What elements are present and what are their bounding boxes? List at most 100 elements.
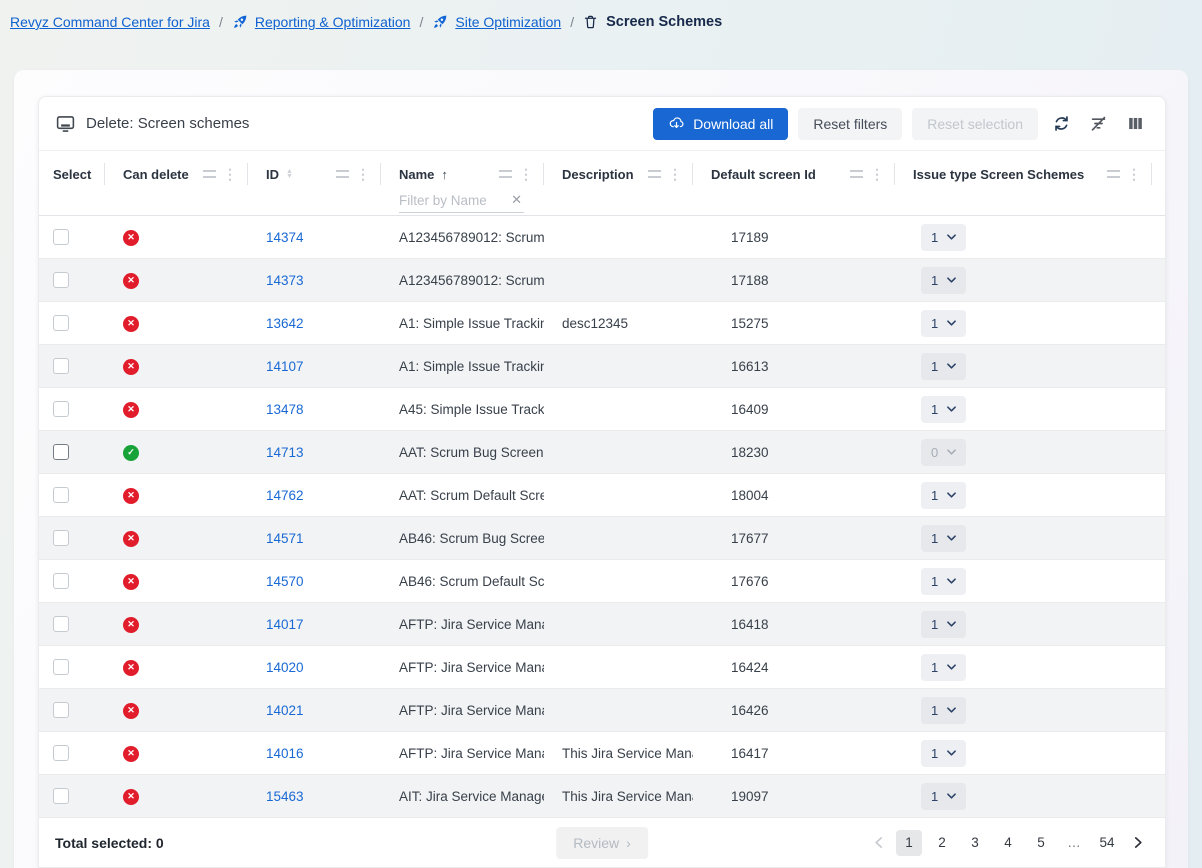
issue-type-count-dropdown[interactable]: 1: [921, 783, 966, 810]
issue-type-count-dropdown[interactable]: 1: [921, 525, 966, 552]
chevron-down-icon: [947, 234, 956, 240]
pagination-page[interactable]: 54: [1094, 830, 1120, 856]
filter-lines-icon[interactable]: [1107, 170, 1120, 178]
row-description: This Jira Service Manageme: [544, 789, 693, 804]
row-checkbox[interactable]: [53, 272, 69, 288]
column-menu-icon[interactable]: ⋮: [1127, 167, 1141, 181]
row-checkbox[interactable]: [53, 315, 69, 331]
row-default-screen-id: 19097: [693, 789, 895, 804]
row-checkbox[interactable]: [53, 358, 69, 374]
reset-selection-button[interactable]: Reset selection: [912, 108, 1038, 140]
filter-off-icon[interactable]: [1085, 110, 1112, 137]
sort-ascending-icon[interactable]: ↑: [441, 167, 448, 182]
row-checkbox[interactable]: [53, 788, 69, 804]
issue-type-count-dropdown[interactable]: 1: [921, 310, 966, 337]
row-checkbox[interactable]: [53, 229, 69, 245]
row-id-link[interactable]: 14373: [266, 273, 304, 288]
cannot-delete-icon: ✕: [123, 230, 139, 246]
row-name: AAT: Scrum Bug Screen S: [381, 445, 544, 460]
column-menu-icon[interactable]: ⋮: [519, 167, 533, 181]
row-id-link[interactable]: 14021: [266, 703, 304, 718]
download-all-button[interactable]: Download all: [653, 108, 788, 140]
row-checkbox[interactable]: [53, 745, 69, 761]
table-header: Select Can delete ⋮ ID ▲▼ ⋮ Name ↑ ⋮: [39, 151, 1165, 216]
row-id-link[interactable]: 14762: [266, 488, 304, 503]
row-id-link[interactable]: 14571: [266, 531, 304, 546]
breadcrumb-link-revyz-command-center[interactable]: Revyz Command Center for Jira: [10, 14, 210, 30]
row-checkbox[interactable]: [53, 616, 69, 632]
pagination-prev-icon[interactable]: [867, 830, 889, 856]
review-button[interactable]: Review ›: [556, 827, 648, 859]
columns-icon[interactable]: [1122, 110, 1149, 137]
sort-carets-icon[interactable]: ▲▼: [286, 169, 293, 180]
filter-lines-icon[interactable]: [850, 170, 863, 178]
column-header-name[interactable]: Name ↑ ⋮: [381, 163, 544, 185]
row-checkbox[interactable]: [53, 573, 69, 589]
issue-type-count-dropdown[interactable]: 1: [921, 396, 966, 423]
pagination: 12345…54: [867, 830, 1149, 856]
row-checkbox[interactable]: [53, 401, 69, 417]
issue-type-count-dropdown[interactable]: 1: [921, 224, 966, 251]
rocket-icon: [432, 14, 448, 30]
cannot-delete-icon: ✕: [123, 531, 139, 547]
issue-type-count-dropdown[interactable]: 1: [921, 740, 966, 767]
chevron-down-icon: [947, 277, 956, 283]
row-id-link[interactable]: 14713: [266, 445, 304, 460]
row-id-link[interactable]: 14107: [266, 359, 304, 374]
row-name: A123456789012: Scrum De: [381, 273, 544, 288]
breadcrumb-link-reporting-optimization[interactable]: Reporting & Optimization: [255, 14, 411, 30]
cannot-delete-icon: ✕: [123, 402, 139, 418]
issue-type-count-dropdown[interactable]: 1: [921, 568, 966, 595]
pagination-page[interactable]: 2: [929, 830, 955, 856]
column-menu-icon[interactable]: ⋮: [223, 167, 237, 181]
breadcrumb-separator: /: [570, 14, 574, 30]
row-id-link[interactable]: 14374: [266, 230, 304, 245]
row-description: This Jira Service Manageme: [544, 746, 693, 761]
column-menu-icon[interactable]: ⋮: [356, 167, 370, 181]
pagination-next-icon[interactable]: [1127, 830, 1149, 856]
row-id-link[interactable]: 14016: [266, 746, 304, 761]
filter-lines-icon[interactable]: [648, 170, 661, 178]
row-id-link[interactable]: 14570: [266, 574, 304, 589]
chevron-down-icon: [947, 363, 956, 369]
filter-lines-icon[interactable]: [203, 170, 216, 178]
row-id-link[interactable]: 14020: [266, 660, 304, 675]
row-id-link[interactable]: 15463: [266, 789, 304, 804]
row-checkbox[interactable]: [53, 487, 69, 503]
breadcrumb: Revyz Command Center for Jira / Reportin…: [0, 0, 1202, 44]
issue-type-count-dropdown[interactable]: 1: [921, 482, 966, 509]
issue-type-count-dropdown[interactable]: 0: [921, 439, 966, 466]
column-menu-icon[interactable]: ⋮: [668, 167, 682, 181]
clear-filter-icon[interactable]: ✕: [509, 192, 524, 208]
issue-type-count-dropdown[interactable]: 1: [921, 697, 966, 724]
column-menu-icon[interactable]: ⋮: [870, 167, 884, 181]
issue-type-count-dropdown[interactable]: 1: [921, 654, 966, 681]
row-id-link[interactable]: 13478: [266, 402, 304, 417]
chevron-down-icon: [947, 707, 956, 713]
row-checkbox[interactable]: [53, 659, 69, 675]
row-checkbox[interactable]: [53, 444, 69, 460]
name-filter-input[interactable]: [399, 193, 509, 208]
row-name: A123456789012: Scrum Bu: [381, 230, 544, 245]
cannot-delete-icon: ✕: [123, 359, 139, 375]
row-default-screen-id: 17189: [693, 230, 895, 245]
filter-lines-icon[interactable]: [499, 170, 512, 178]
row-id-link[interactable]: 14017: [266, 617, 304, 632]
cloud-download-icon: [668, 115, 685, 132]
row-checkbox[interactable]: [53, 702, 69, 718]
pagination-page[interactable]: 4: [995, 830, 1021, 856]
pagination-page[interactable]: 3: [962, 830, 988, 856]
breadcrumb-link-site-optimization[interactable]: Site Optimization: [455, 14, 561, 30]
row-checkbox[interactable]: [53, 530, 69, 546]
pagination-page[interactable]: 1: [896, 830, 922, 856]
row-default-screen-id: 16424: [693, 660, 895, 675]
refresh-icon[interactable]: [1048, 110, 1075, 137]
column-header-id[interactable]: ID ▲▼ ⋮: [248, 163, 381, 185]
issue-type-count-dropdown[interactable]: 1: [921, 353, 966, 380]
issue-type-count-dropdown[interactable]: 1: [921, 267, 966, 294]
reset-filters-button[interactable]: Reset filters: [798, 108, 902, 140]
issue-type-count-dropdown[interactable]: 1: [921, 611, 966, 638]
pagination-page[interactable]: 5: [1028, 830, 1054, 856]
filter-lines-icon[interactable]: [336, 170, 349, 178]
row-id-link[interactable]: 13642: [266, 316, 304, 331]
